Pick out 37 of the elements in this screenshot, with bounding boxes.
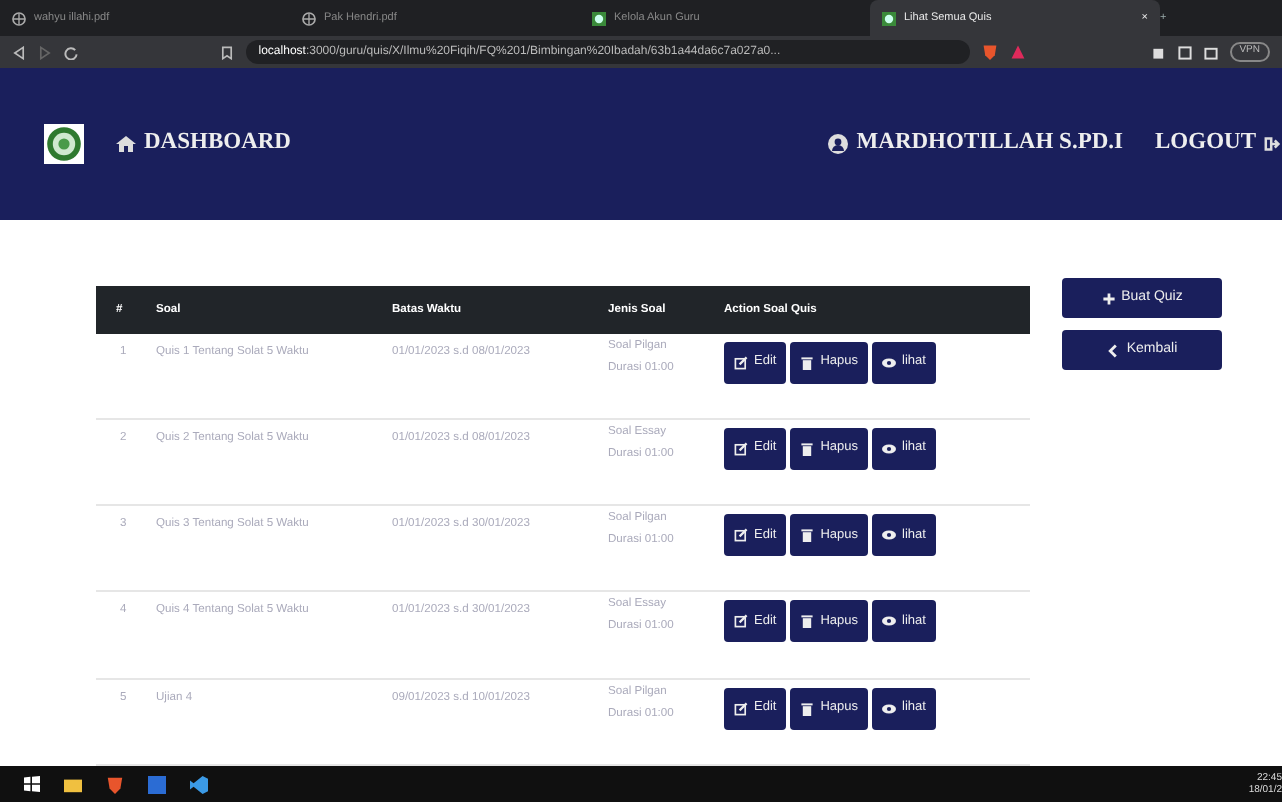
sidebar-icon[interactable] (1177, 45, 1192, 59)
code-editor-icon[interactable] (190, 775, 208, 793)
chevron-left-icon (1106, 343, 1121, 357)
trash-icon (800, 701, 815, 716)
user-name: MARDHOTILLAH S.PD.I (828, 126, 1124, 162)
edit-icon (734, 528, 748, 543)
edit-icon (734, 614, 748, 629)
edit-icon (734, 355, 748, 370)
edit-icon (734, 701, 748, 716)
eye-icon (882, 701, 896, 716)
user-icon (828, 134, 849, 154)
folder-icon[interactable] (64, 775, 82, 793)
reload-icon[interactable] (64, 45, 78, 59)
logout-icon (1264, 134, 1282, 154)
trash-icon (800, 614, 815, 629)
eye-icon (882, 441, 896, 456)
shield-icon[interactable] (106, 775, 124, 793)
eye-icon (882, 528, 896, 543)
eye-icon (882, 614, 896, 629)
site-logo-icon (592, 11, 606, 25)
back-icon[interactable] (12, 45, 26, 59)
dashboard-link[interactable]: DASHBOARD (116, 126, 291, 162)
bookmark-icon[interactable] (220, 45, 235, 59)
trash-icon (800, 355, 815, 370)
plus-icon (1101, 291, 1116, 305)
globe-icon (12, 11, 26, 25)
eye-icon (882, 355, 896, 370)
home-icon (116, 134, 136, 154)
edit-icon (734, 441, 748, 456)
site-logo-icon (882, 11, 896, 25)
windows-icon[interactable] (24, 776, 40, 792)
trash-icon (800, 528, 815, 543)
globe-icon (302, 11, 316, 25)
trash-icon (800, 441, 815, 456)
triangle-icon[interactable] (1009, 44, 1026, 60)
school-logo-icon (44, 122, 84, 166)
logout-link[interactable]: LOGOUT (1155, 126, 1282, 162)
